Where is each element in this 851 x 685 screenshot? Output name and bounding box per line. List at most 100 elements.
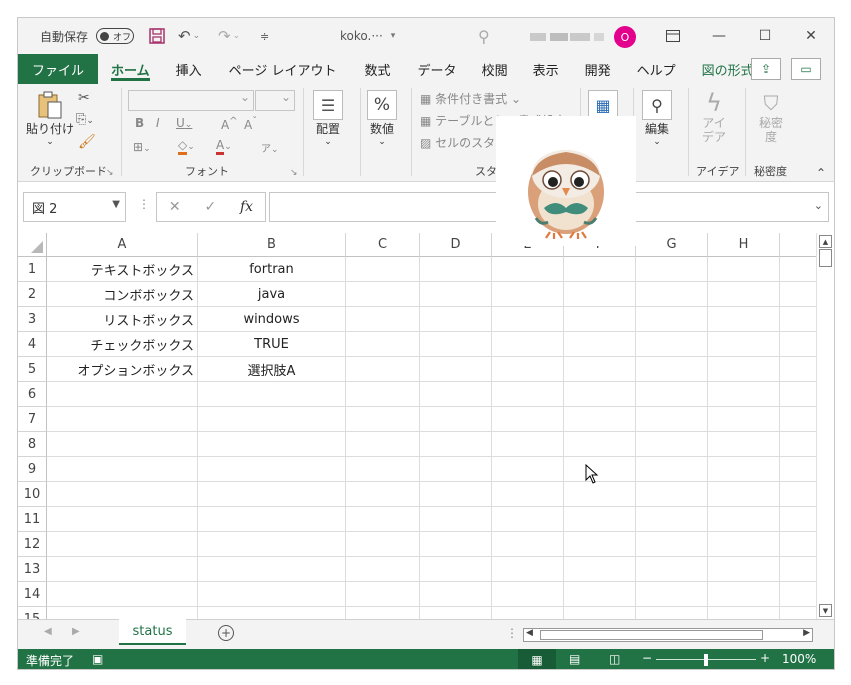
cell-d7[interactable] xyxy=(420,407,492,432)
picture-rowlet-image[interactable] xyxy=(496,116,636,246)
cell-partial[interactable] xyxy=(780,507,816,532)
tab-home[interactable]: ホーム xyxy=(98,54,163,84)
cell-g4[interactable] xyxy=(636,332,708,357)
tab-page-layout[interactable]: ページ レイアウト xyxy=(215,54,351,84)
cell-partial[interactable] xyxy=(780,282,816,307)
format-painter-icon[interactable]: 🖌 xyxy=(78,134,96,150)
cell-d9[interactable] xyxy=(420,457,492,482)
cell-f13[interactable] xyxy=(564,557,636,582)
cell-f14[interactable] xyxy=(564,582,636,607)
cell-h7[interactable] xyxy=(708,407,780,432)
cell-d4[interactable] xyxy=(420,332,492,357)
cell-b9[interactable] xyxy=(198,457,346,482)
cell-h8[interactable] xyxy=(708,432,780,457)
cell-c12[interactable] xyxy=(346,532,420,557)
cell-e2[interactable] xyxy=(492,282,564,307)
cell-g11[interactable] xyxy=(636,507,708,532)
page-layout-view-icon[interactable]: ▤ xyxy=(569,652,580,666)
redo-icon[interactable]: ↷ ⌄ xyxy=(218,18,240,54)
cell-a1[interactable]: テキストボックス xyxy=(47,257,198,282)
cell-c2[interactable] xyxy=(346,282,420,307)
cell-partial[interactable] xyxy=(780,332,816,357)
cell-a12[interactable] xyxy=(47,532,198,557)
cell-b6[interactable] xyxy=(198,382,346,407)
cell-a5[interactable]: オプションボックス xyxy=(47,357,198,382)
cell-f9[interactable] xyxy=(564,457,636,482)
zoom-out-icon[interactable]: − xyxy=(642,651,652,665)
row-header-8[interactable]: 8 xyxy=(18,432,47,457)
cell-a9[interactable] xyxy=(47,457,198,482)
worksheet-grid[interactable]: ABCDEFGH1テキストボックスfortran2コンボボックスjava3リスト… xyxy=(18,233,816,619)
scroll-down-icon[interactable]: ▼ xyxy=(819,604,832,617)
cell-e13[interactable] xyxy=(492,557,564,582)
prev-sheet-icon[interactable]: ◀ xyxy=(44,626,52,637)
page-break-view-icon[interactable]: ◫ xyxy=(609,652,620,666)
cell-b15[interactable] xyxy=(198,607,346,619)
cell-b7[interactable] xyxy=(198,407,346,432)
column-header-c[interactable]: C xyxy=(346,233,420,257)
cell-b12[interactable] xyxy=(198,532,346,557)
cell-a4[interactable]: チェックボックス xyxy=(47,332,198,357)
dialog-launcher-icon[interactable]: ↘ xyxy=(106,168,114,178)
row-header-9[interactable]: 9 xyxy=(18,457,47,482)
cell-partial[interactable] xyxy=(780,407,816,432)
cell-h12[interactable] xyxy=(708,532,780,557)
tab-data[interactable]: データ xyxy=(405,54,470,84)
tab-developer[interactable]: 開発 xyxy=(572,54,624,84)
scroll-thumb[interactable] xyxy=(819,249,832,267)
avatar[interactable]: O xyxy=(614,26,636,48)
cell-e4[interactable] xyxy=(492,332,564,357)
cell-e10[interactable] xyxy=(492,482,564,507)
search-icon[interactable]: ⚲ xyxy=(478,18,490,54)
row-header-11[interactable]: 11 xyxy=(18,507,47,532)
cell-f1[interactable] xyxy=(564,257,636,282)
cell-e8[interactable] xyxy=(492,432,564,457)
cell-a13[interactable] xyxy=(47,557,198,582)
cell-c4[interactable] xyxy=(346,332,420,357)
cell-e11[interactable] xyxy=(492,507,564,532)
scroll-up-icon[interactable]: ▲ xyxy=(819,235,832,248)
column-header-b[interactable]: B xyxy=(198,233,346,257)
row-header-5[interactable]: 5 xyxy=(18,357,47,382)
column-header-h[interactable]: H xyxy=(708,233,780,257)
tab-file[interactable]: ファイル xyxy=(18,54,99,84)
cell-h14[interactable] xyxy=(708,582,780,607)
cell-c9[interactable] xyxy=(346,457,420,482)
tab-view[interactable]: 表示 xyxy=(520,54,572,84)
scroll-thumb[interactable] xyxy=(540,630,763,640)
splitter-icon[interactable]: ⋮ xyxy=(506,626,518,640)
cell-partial[interactable] xyxy=(780,432,816,457)
cell-f6[interactable] xyxy=(564,382,636,407)
cell-c1[interactable] xyxy=(346,257,420,282)
cell-d13[interactable] xyxy=(420,557,492,582)
cell-e12[interactable] xyxy=(492,532,564,557)
comments-icon[interactable]: ▭ xyxy=(791,58,821,80)
cell-b8[interactable] xyxy=(198,432,346,457)
cell-d5[interactable] xyxy=(420,357,492,382)
decrease-font-icon[interactable]: Aˇ xyxy=(244,116,257,132)
cell-h10[interactable] xyxy=(708,482,780,507)
cell-h3[interactable] xyxy=(708,307,780,332)
cell-d2[interactable] xyxy=(420,282,492,307)
cell-h2[interactable] xyxy=(708,282,780,307)
cell-f2[interactable] xyxy=(564,282,636,307)
cell-e7[interactable] xyxy=(492,407,564,432)
ribbon-display-icon[interactable] xyxy=(650,18,696,54)
cell-f3[interactable] xyxy=(564,307,636,332)
cell-g6[interactable] xyxy=(636,382,708,407)
font-size-combo[interactable] xyxy=(255,90,295,111)
font-color-icon[interactable]: A⌄ xyxy=(216,138,232,155)
cell-f15[interactable] xyxy=(564,607,636,619)
cell-g5[interactable] xyxy=(636,357,708,382)
cell-f5[interactable] xyxy=(564,357,636,382)
font-name-combo[interactable] xyxy=(128,90,254,111)
tab-insert[interactable]: 挿入 xyxy=(163,54,215,84)
cell-h13[interactable] xyxy=(708,557,780,582)
cell-b13[interactable] xyxy=(198,557,346,582)
cell-d1[interactable] xyxy=(420,257,492,282)
paste-button[interactable]: 貼り付け ⌄ xyxy=(26,90,74,147)
cell-partial[interactable] xyxy=(780,382,816,407)
cell-b14[interactable] xyxy=(198,582,346,607)
row-header-2[interactable]: 2 xyxy=(18,282,47,307)
cell-f8[interactable] xyxy=(564,432,636,457)
